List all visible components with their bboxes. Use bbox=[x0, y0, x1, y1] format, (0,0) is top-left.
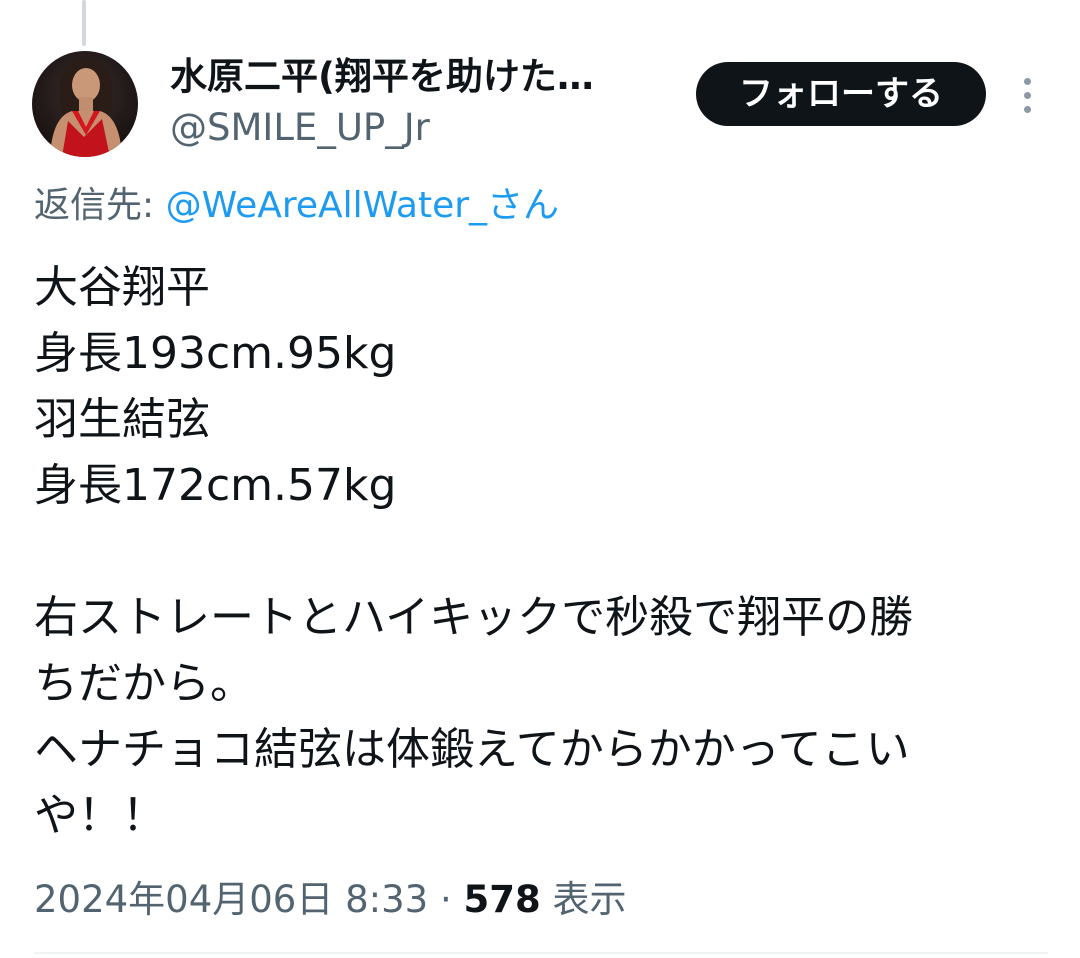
reply-to-prefix: 返信先: bbox=[34, 185, 166, 226]
author-handle[interactable]: @SMILE_UP_Jr bbox=[170, 103, 430, 153]
divider bbox=[34, 952, 1048, 954]
meta-separator: · bbox=[428, 878, 464, 921]
more-vertical-icon-dot bbox=[1023, 77, 1031, 85]
tweet-text-line: 身長172cm.57kg bbox=[34, 460, 397, 511]
view-count-label: 表示 bbox=[540, 878, 627, 921]
more-vertical-icon-dot bbox=[1023, 91, 1031, 99]
tweet-meta: 2024年04月06日 8:33 · 578 表示 bbox=[34, 874, 626, 926]
author-display-name[interactable]: 水原二平(翔平を助けた… bbox=[170, 52, 650, 102]
tweet-text-line: 身長193cm.95kg bbox=[34, 328, 397, 379]
thread-connector-line bbox=[82, 0, 86, 46]
more-options-button[interactable] bbox=[1008, 72, 1046, 118]
reply-to-line: 返信先: @WeAreAllWater_さん bbox=[34, 180, 559, 232]
tweet-text-line: や！！ bbox=[34, 790, 166, 841]
reply-to-mention-link[interactable]: @WeAreAllWater_さん bbox=[166, 185, 559, 226]
follow-button[interactable]: フォローする bbox=[696, 62, 986, 126]
tweet-text-line: ちだから。 bbox=[34, 658, 254, 709]
tweet-text-line: 大谷翔平 bbox=[34, 262, 210, 313]
tweet-text-line: 羽生結弦 bbox=[34, 394, 210, 445]
tweet-text: 大谷翔平 身長193cm.95kg 羽生結弦 身長172cm.57kg 右ストレ… bbox=[34, 255, 1044, 849]
tweet-text-line: 右ストレートとハイキックで秒殺で翔平の勝 bbox=[34, 592, 914, 643]
user-avatar-photo-icon bbox=[32, 51, 138, 157]
view-count: 578 bbox=[463, 878, 541, 921]
avatar[interactable] bbox=[32, 51, 138, 157]
more-vertical-icon-dot bbox=[1023, 105, 1031, 113]
tweet-timestamp[interactable]: 2024年04月06日 8:33 bbox=[34, 878, 428, 921]
tweet-text-line: ヘナチョコ結弦は体鍛えてからかかってこい bbox=[34, 724, 910, 775]
